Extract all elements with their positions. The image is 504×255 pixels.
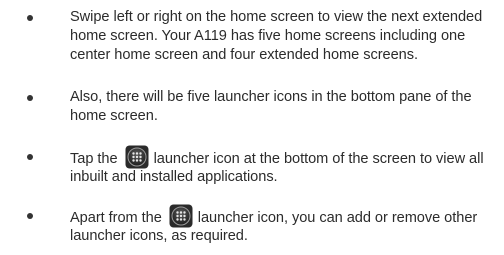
text-line: inbuilt and installed applications. — [70, 169, 278, 185]
text-line: Also, there will be five launcher icons … — [70, 89, 472, 105]
list-item-text: Tap the launcher icon at the bottom of t… — [70, 145, 500, 187]
text-line: home screen. Your A119 has five home scr… — [70, 28, 466, 44]
list-item-text: Swipe left or right on the home screen t… — [70, 8, 500, 65]
text-segment: launcher icon at the bottom of the scree… — [153, 151, 484, 167]
app-launcher-icon — [169, 204, 193, 228]
text-segment: launcher icon, you can add or remove oth… — [197, 210, 478, 226]
text-segment: Apart from the — [70, 210, 162, 226]
list-item-text: Apart from the launcher icon, you can ad… — [70, 204, 500, 246]
text-line: Swipe left or right on the home screen t… — [70, 9, 483, 25]
app-launcher-icon — [125, 145, 149, 169]
bullet-icon — [27, 213, 33, 219]
text-line: center home screen and four extended hom… — [70, 47, 418, 63]
bullet-icon — [27, 15, 33, 21]
text-segment: Tap the — [70, 151, 118, 167]
list-item-text: Also, there will be five launcher icons … — [70, 88, 500, 126]
bullet-icon — [27, 154, 33, 160]
text-line: launcher icons, as required. — [70, 228, 248, 244]
bullet-icon — [27, 95, 33, 101]
text-line: home screen. — [70, 108, 158, 124]
